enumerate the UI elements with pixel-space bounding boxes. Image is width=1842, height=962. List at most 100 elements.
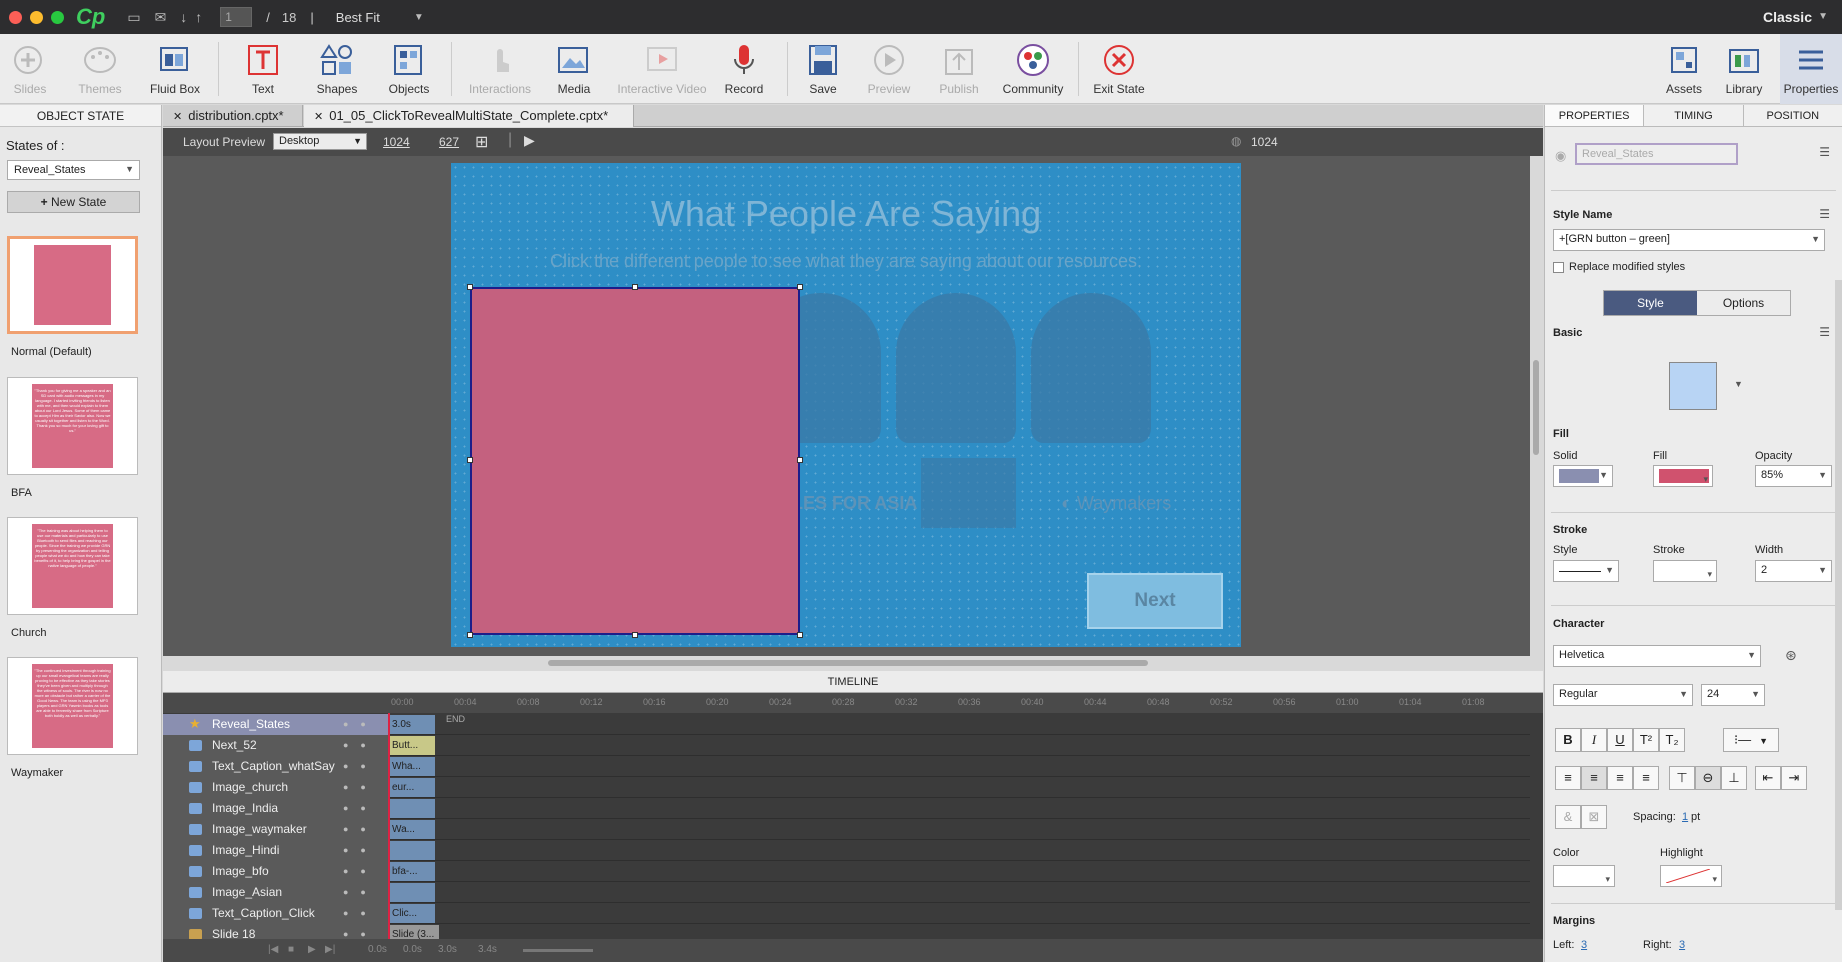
next-button[interactable]: Next [1087, 573, 1223, 629]
states-object-select[interactable]: Reveal_States ▼ [7, 160, 140, 180]
timeline-row[interactable]: Image_Asian ●● [163, 882, 1530, 903]
text-color-select[interactable]: ▾ [1553, 865, 1615, 887]
visibility-lock-toggles[interactable]: ●● [343, 735, 378, 756]
align-left-button[interactable]: ≡ [1555, 766, 1581, 790]
interactive-video-button[interactable]: Interactive Video [614, 34, 710, 104]
shapes-button[interactable]: Shapes [307, 34, 367, 104]
superscript-button[interactable]: T² [1633, 728, 1659, 752]
close-window-button[interactable] [9, 10, 22, 24]
object-name-field[interactable]: Reveal_States [1575, 143, 1738, 165]
options-segment[interactable]: Options [1697, 291, 1790, 315]
creative-cloud-icon[interactable]: ⊛ [1785, 647, 1797, 664]
zoom-window-button[interactable] [51, 10, 64, 24]
align-center-button[interactable]: ≡ [1581, 766, 1607, 790]
stroke-style-select[interactable]: ▼ [1553, 560, 1619, 582]
fill-type-select[interactable]: ▼ [1553, 465, 1613, 487]
device-select[interactable]: Desktop ▼ [273, 133, 367, 150]
interactions-button[interactable]: Interactions [463, 34, 537, 104]
resize-handle[interactable] [797, 457, 803, 463]
replace-styles-checkbox[interactable] [1553, 262, 1564, 273]
resize-handle[interactable] [797, 284, 803, 290]
timeline-zoom-slider[interactable] [523, 949, 593, 952]
workspace-select[interactable]: Classic [1763, 9, 1812, 25]
save-button[interactable]: Save [793, 34, 853, 104]
tab-properties[interactable]: PROPERTIES [1545, 105, 1645, 126]
filmstrip-icon[interactable]: ▭ [127, 9, 140, 26]
doc-tab-clicktoreveal[interactable]: ✕ 01_05_ClickToRevealMultiState_Complete.… [304, 105, 634, 127]
exit-state-button[interactable]: Exit State [1089, 34, 1149, 104]
add-breakpoint-icon[interactable]: ⊞ [475, 132, 488, 152]
left-margin-value[interactable]: 3 [1581, 939, 1587, 951]
stroke-width-select[interactable]: 2 ▼ [1755, 560, 1832, 582]
preview-height-value[interactable]: 627 [439, 135, 459, 149]
timeline-bar[interactable]: Clic... [389, 904, 435, 923]
visibility-lock-toggles[interactable]: ●● [343, 882, 378, 903]
preview-button[interactable]: Preview [859, 34, 919, 104]
timeline-row[interactable]: Next_52 ●● Butt... [163, 735, 1530, 756]
timeline-bar[interactable]: bfa-... [389, 862, 435, 881]
minimize-window-button[interactable] [30, 10, 43, 24]
italic-button[interactable]: I [1581, 728, 1607, 752]
slides-button[interactable]: Slides [2, 34, 58, 104]
text-button[interactable]: Text [233, 34, 293, 104]
bold-button[interactable]: B [1555, 728, 1581, 752]
indent-decrease-button[interactable]: ⇤ [1755, 766, 1781, 790]
person-image-waymaker[interactable] [1031, 293, 1151, 443]
timeline-row[interactable]: Image_bfo ●● bfa-... [163, 861, 1530, 882]
doc-tab-distribution[interactable]: ✕ distribution.cptx* [163, 105, 303, 127]
ruler-handle-icon[interactable]: ◍ [1231, 134, 1241, 148]
hindi-image[interactable] [921, 458, 1016, 528]
subscript-button[interactable]: T₂ [1659, 728, 1685, 752]
arrow-down-icon[interactable]: ↓ [180, 9, 187, 25]
tab-position[interactable]: POSITION [1744, 105, 1842, 126]
timeline-bar[interactable]: eur... [389, 778, 435, 797]
properties-button[interactable]: Properties [1780, 34, 1842, 104]
style-menu-icon[interactable]: ☰ [1819, 207, 1830, 221]
library-button[interactable]: Library [1716, 34, 1772, 104]
reveal-states-box[interactable] [467, 284, 803, 638]
arrow-up-icon[interactable]: ↑ [195, 9, 202, 25]
visibility-lock-toggles[interactable]: ●● [343, 714, 378, 735]
media-button[interactable]: Media [544, 34, 604, 104]
resize-handle[interactable] [797, 632, 803, 638]
state-thumbnail[interactable]: "The training was about helping them to … [7, 517, 138, 615]
stage-vertical-scrollbar[interactable] [1533, 360, 1539, 455]
close-icon[interactable]: ✕ [314, 111, 323, 123]
timeline-bar[interactable] [389, 841, 435, 860]
style-segment[interactable]: Style [1604, 291, 1697, 315]
spacing-value[interactable]: 1 [1682, 811, 1688, 823]
properties-scrollbar[interactable] [1835, 280, 1842, 910]
resize-handle[interactable] [467, 632, 473, 638]
highlight-color-select[interactable]: ▾ [1660, 865, 1722, 887]
timeline-row[interactable]: Image_waymaker ●● Wa... [163, 819, 1530, 840]
resize-handle[interactable] [632, 632, 638, 638]
visibility-eye-icon[interactable]: ◉ [1555, 148, 1566, 164]
playhead[interactable] [388, 713, 390, 939]
themes-button[interactable]: Themes [70, 34, 130, 104]
chevron-down-icon[interactable]: ▼ [1818, 11, 1828, 22]
timeline-row[interactable]: Image_Hindi ●● [163, 840, 1530, 861]
mail-icon[interactable]: ✉ [155, 9, 167, 26]
font-size-select[interactable]: 24 ▼ [1701, 684, 1765, 706]
stroke-color-select[interactable]: ▾ [1653, 560, 1717, 582]
new-state-button[interactable]: + New State [7, 191, 140, 213]
zoom-select[interactable]: Best Fit [336, 10, 380, 25]
underline-button[interactable]: U [1607, 728, 1633, 752]
timeline-row[interactable]: Image_India ●● [163, 798, 1530, 819]
state-thumbnail[interactable]: "Thank you for giving me a speaker and a… [7, 377, 138, 475]
basic-menu-icon[interactable]: ☰ [1819, 325, 1830, 339]
timeline-bar[interactable] [389, 883, 435, 902]
state-thumbnail[interactable]: "The continued investment through traini… [7, 657, 138, 755]
community-button[interactable]: Community [997, 34, 1069, 104]
stop-icon[interactable]: ■ [288, 944, 294, 955]
timeline-bar[interactable]: Butt... [389, 736, 435, 755]
preview-width-value[interactable]: 1024 [383, 135, 410, 149]
visibility-lock-toggles[interactable]: ●● [343, 903, 378, 924]
align-bottom-button[interactable]: ⊥ [1721, 766, 1747, 790]
stage-horizontal-scrollbar[interactable] [548, 660, 1148, 666]
fluid-box-button[interactable]: Fluid Box [145, 34, 205, 104]
timeline-ruler[interactable]: 00:00 00:04 00:08 00:12 00:16 00:20 00:24 00:28… [163, 693, 1543, 713]
bullets-select[interactable]: ⁝— ▼ [1723, 728, 1779, 752]
timeline-bar[interactable]: Wha... [389, 757, 435, 776]
opacity-select[interactable]: 85% ▼ [1755, 465, 1832, 487]
